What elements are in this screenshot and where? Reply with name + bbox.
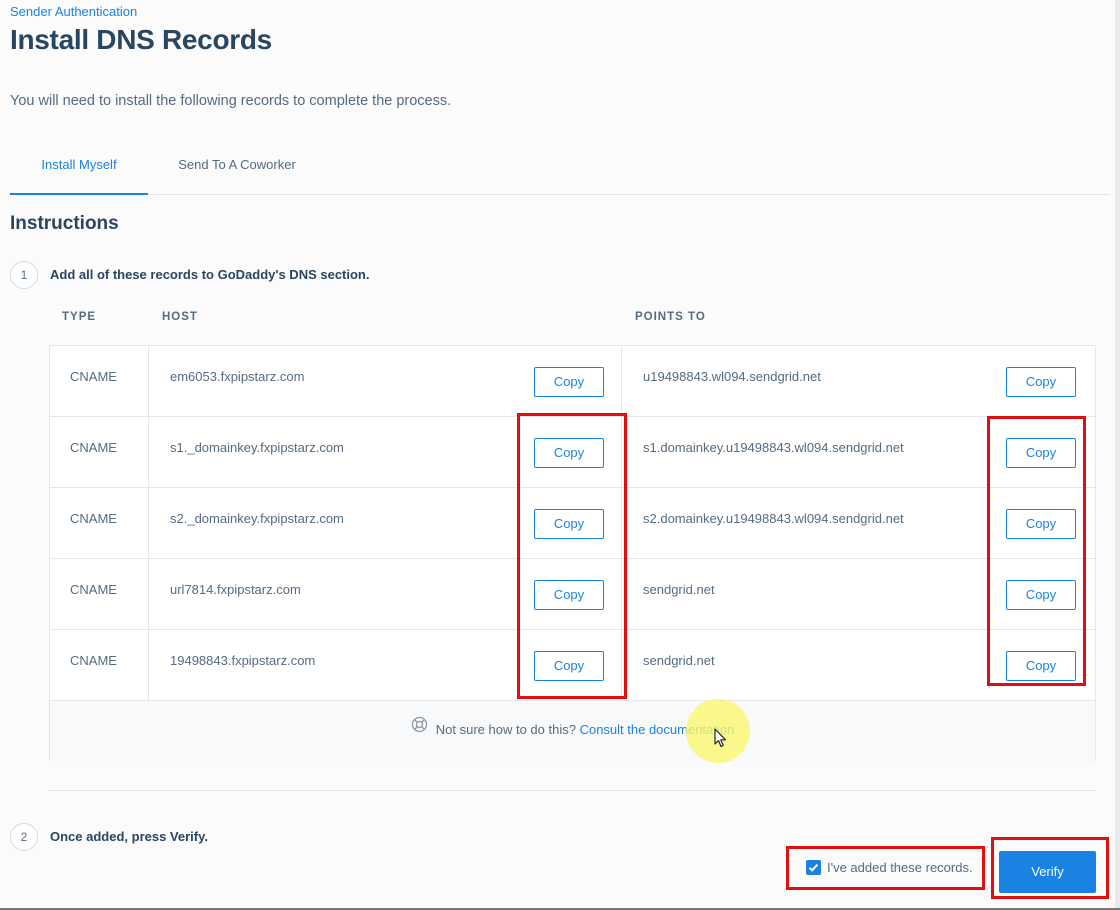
type-cell: CNAME [50,488,149,558]
record-points-to: sendgrid.net [643,653,715,668]
section-divider [49,790,1096,791]
step-1-text: Add all of these records to GoDaddy's DN… [50,267,370,282]
type-cell: CNAME [50,417,149,487]
copy-points-to-button[interactable]: Copy [1006,367,1076,397]
breadcrumb[interactable]: Sender Authentication [10,4,137,19]
record-type: CNAME [70,582,117,597]
column-header-type: TYPE [62,311,97,323]
record-points-to: s2.domainkey.u19498843.wl094.sendgrid.ne… [643,511,904,526]
page-title: Install DNS Records [10,24,272,55]
window-edge [1115,0,1120,910]
column-header-host: HOST [162,311,198,323]
record-points-to: u19498843.wl094.sendgrid.net [643,369,821,384]
record-type: CNAME [70,511,117,526]
record-host: s2._domainkey.fxpipstarz.com [170,511,344,526]
record-type: CNAME [70,369,117,384]
step-2-badge: 2 [10,823,38,851]
record-host: em6053.fxpipstarz.com [170,369,305,384]
record-host: url7814.fxpipstarz.com [170,582,301,597]
step-1-badge: 1 [10,261,38,289]
highlight-box-host-copy [517,413,627,699]
tab-bar: Install Myself Send To A Coworker [10,148,1110,195]
record-host: 19498843.fxpipstarz.com [170,653,316,668]
highlight-box-checkbox [786,846,985,890]
help-footer: Not sure how to do this? Consult the doc… [50,701,1095,761]
record-type: CNAME [70,440,117,455]
host-cell: em6053.fxpipstarz.com Copy [149,346,622,416]
type-cell: CNAME [50,630,149,700]
table-row: CNAME em6053.fxpipstarz.com Copy u1949884… [50,346,1095,417]
column-header-points-to: POINTS TO [635,311,706,323]
record-points-to: sendgrid.net [643,582,715,597]
copy-host-button[interactable]: Copy [534,367,604,397]
type-cell: CNAME [50,346,149,416]
blurred-region [667,567,782,583]
type-cell: CNAME [50,559,149,629]
help-text: Not sure how to do this? [435,722,576,737]
record-host: s1._domainkey.fxpipstarz.com [170,440,344,455]
instructions-heading: Instructions [10,213,119,234]
points-to-cell: u19498843.wl094.sendgrid.net Copy [622,346,1095,416]
highlight-box-points-copy [987,416,1086,686]
page-subtitle: You will need to install the following r… [10,93,452,109]
mouse-cursor-icon [714,728,728,753]
record-type: CNAME [70,653,117,668]
record-points-to: s1.domainkey.u19498843.wl094.sendgrid.ne… [643,440,904,455]
highlight-box-verify [991,837,1109,899]
step-2-text: Once added, press Verify. [50,829,208,844]
tab-send-to-coworker[interactable]: Send To A Coworker [162,148,312,195]
tab-install-myself[interactable]: Install Myself [10,148,148,195]
lifebuoy-icon [411,700,428,758]
